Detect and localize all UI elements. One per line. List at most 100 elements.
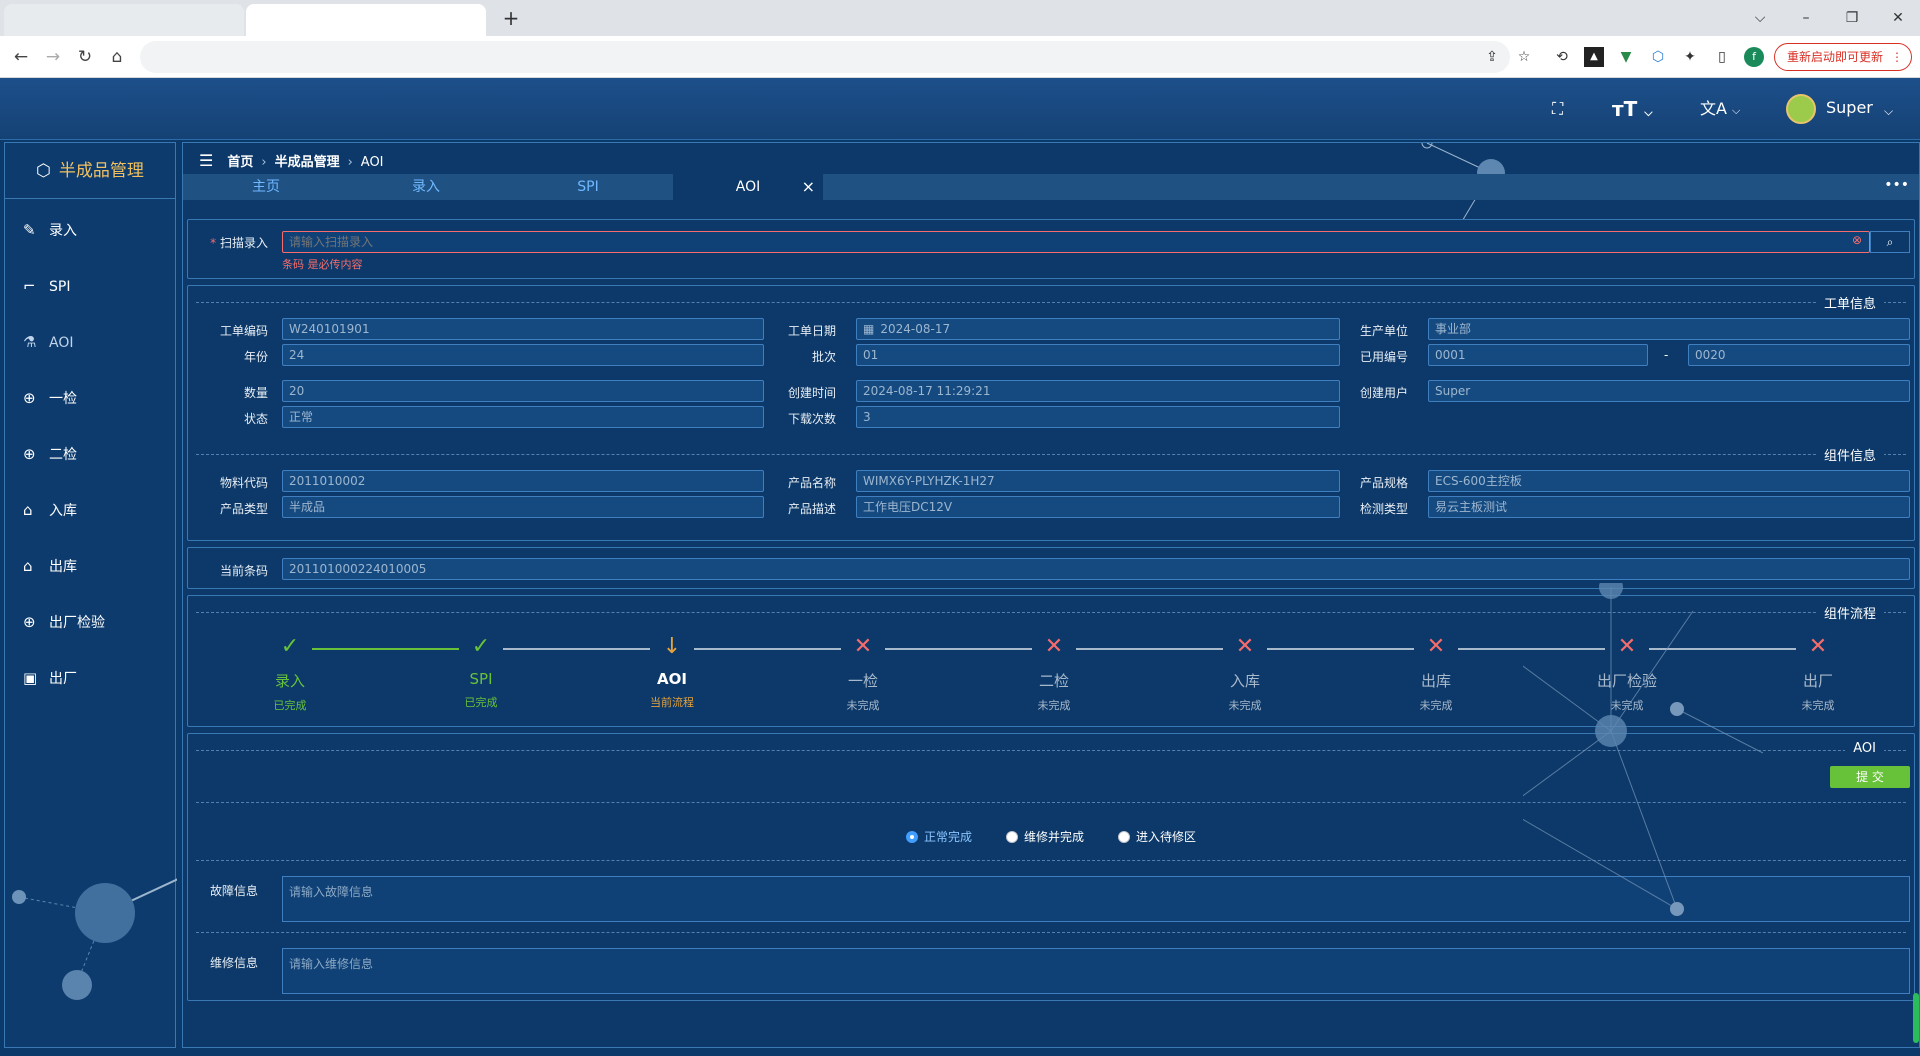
scan-input[interactable] [282,231,1870,253]
sidebar-item-second-check[interactable]: ⊕ 二检 [23,443,77,465]
bookmark-star-icon[interactable]: ☆ [1514,47,1534,67]
profile-icon[interactable]: f [1744,47,1764,67]
sidebar-item-label: 出库 [49,559,77,575]
close-icon[interactable]: × [802,174,815,200]
new-tab-button[interactable]: + [500,6,522,30]
restore-button[interactable]: ❐ [1842,8,1862,28]
flask-icon: ⚗ [23,333,37,351]
fullscreen-icon[interactable]: ⛶ [1552,94,1563,124]
fault-info-input[interactable] [282,876,1910,922]
puzzle-icon[interactable]: ✦ [1680,47,1700,67]
radio-normal-complete[interactable]: 正常完成 [906,828,972,845]
browser-tab[interactable] [4,4,244,36]
used-number-start-field[interactable]: 0001 [1428,344,1648,366]
extension-icon[interactable]: ⟲ [1552,47,1572,67]
scrollbar-thumb[interactable] [1913,993,1919,1043]
order-code-field[interactable]: W240101901 [282,318,764,340]
product-name-field[interactable]: WIMX6Y-PLYHZK-1H27 [856,470,1340,492]
sidebar-item-entry[interactable]: ✎ 录入 [23,219,77,241]
year-label: 年份 [243,350,268,364]
font-size-icon[interactable]: тT ⌵ [1612,94,1653,128]
breadcrumb-section[interactable]: 半成品管理 [275,155,340,170]
barcode-field[interactable]: 201101000224010005 [282,558,1910,580]
flow-step: ✓ 录入 已完成 [230,634,350,713]
product-type-label: 产品类型 [219,502,268,516]
sidebar-item-shipment[interactable]: ▣ 出厂 [23,667,77,689]
tab-home[interactable]: 主页 [183,174,349,200]
sidebar-item-first-check[interactable]: ⊕ 一检 [23,387,77,409]
browser-tab-strip: + ⌵ – ❐ ✕ [0,0,1920,36]
flow-step-done-icon: ✓ [280,634,300,659]
tab-spi[interactable]: SPI [505,174,671,200]
edit-icon: ✎ [23,221,36,239]
status-field[interactable]: 正常 [282,406,764,428]
creator-field[interactable]: Super [1428,380,1910,402]
section-divider [196,750,1906,751]
address-bar[interactable] [140,41,1510,73]
product-spec-label: 产品规格 [1359,476,1408,490]
browser-tab-active[interactable] [246,4,486,36]
extension-icon[interactable]: ⬡ [1648,47,1668,67]
check-type-field[interactable]: 易云主板测试 [1428,496,1910,518]
breadcrumb-home[interactable]: 首页 [227,155,253,170]
material-code-field[interactable]: 2011010002 [282,470,764,492]
extension-icon[interactable]: ▲ [1584,47,1604,67]
flow-step-todo-icon: ✕ [1617,634,1637,659]
tab-aoi[interactable]: AOI × [673,174,823,200]
sidebar-item-aoi[interactable]: ⚗ AOI [23,331,73,353]
used-number-end-field[interactable]: 0020 [1688,344,1910,366]
repair-info-input[interactable] [282,948,1910,994]
clear-icon[interactable]: ⊗ [1852,233,1862,247]
radio-checked-icon [906,831,918,843]
order-date-field[interactable]: ▦ 2024-08-17 [856,318,1340,340]
sidepanel-icon[interactable]: ▯ [1712,47,1732,67]
sidebar-item-stock-out[interactable]: ⌂ 出库 [23,555,77,577]
forward-icon[interactable]: → [42,46,64,68]
created-time-field[interactable]: 2024-08-17 11:29:21 [856,380,1340,402]
sidebar-item-stock-in[interactable]: ⌂ 入库 [23,499,77,521]
back-icon[interactable]: ← [10,46,32,68]
radio-pending-repair[interactable]: 进入待修区 [1118,828,1196,845]
product-spec-field[interactable]: ECS-600主控板 [1428,470,1910,492]
reload-icon[interactable]: ↻ [74,46,96,68]
sidebar-title: ⬡ 半成品管理 [5,143,175,199]
component-section-title: 组件信息 [1815,445,1884,464]
language-icon[interactable]: 文A ⌵ [1700,94,1740,126]
close-window-button[interactable]: ✕ [1888,8,1908,28]
update-button-label: 重新启动即可更新 [1787,50,1884,64]
section-divider [196,454,1906,455]
quantity-field[interactable]: 20 [282,380,764,402]
download-count-field[interactable]: 3 [856,406,1340,428]
product-desc-field[interactable]: 工作电压DC12V [856,496,1340,518]
chevron-down-icon[interactable]: ⌵ [1884,96,1893,126]
sidebar-item-factory-check[interactable]: ⊕ 出厂检验 [23,611,105,633]
sidebar-item-spi[interactable]: ⌐ SPI [23,275,70,297]
flow-step-todo-icon: ✕ [1044,634,1064,659]
batch-field[interactable]: 01 [856,344,1340,366]
flow-step-name: 二检 [1038,672,1069,690]
sidebar-item-label: 出厂 [49,671,77,687]
page-tabs: 主页 录入 SPI AOI × ••• [183,174,1919,200]
scan-label: * 扫描录入 [210,236,268,250]
product-type-field[interactable]: 半成品 [282,496,764,518]
order-date-label: 工单日期 [787,324,836,338]
tab-entry[interactable]: 录入 [343,174,509,200]
avatar[interactable] [1786,94,1816,124]
search-button[interactable]: ⌕ [1870,231,1910,253]
submit-button[interactable]: 提 交 [1830,766,1910,788]
more-icon[interactable]: ••• [1884,174,1909,196]
share-icon[interactable]: ⇪ [1482,47,1502,67]
home-icon[interactable]: ⌂ [106,46,128,68]
unit-field[interactable]: 事业部 [1428,318,1910,340]
menu-toggle-icon[interactable]: ☰ [199,151,213,170]
tab-search-icon[interactable]: ⌵ [1750,8,1770,28]
vue-devtools-icon[interactable]: ▼ [1616,47,1636,67]
year-field[interactable]: 24 [282,344,764,366]
sidebar-item-label: 录入 [49,223,77,239]
breadcrumb-separator: › [347,155,353,170]
update-button[interactable]: 重新启动即可更新 ⋮ [1774,43,1912,71]
radio-repair-complete[interactable]: 维修并完成 [1006,828,1084,845]
user-name[interactable]: Super [1826,98,1873,117]
minimize-button[interactable]: – [1796,8,1816,28]
flow-step-name: 入库 [1229,672,1260,690]
